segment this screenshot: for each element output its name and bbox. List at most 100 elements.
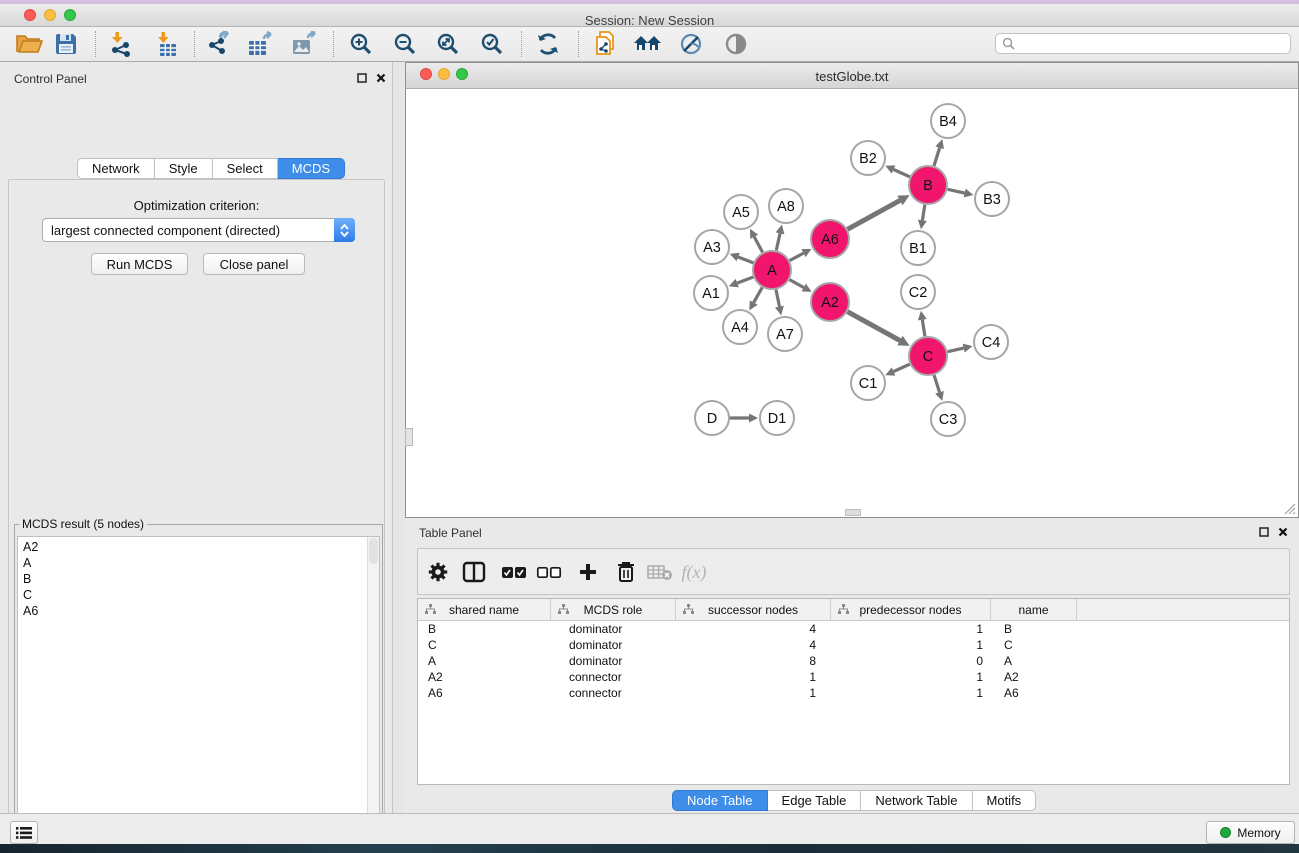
graph-node-A2[interactable]: A2 [811,283,849,321]
graph-edge-A-A4[interactable] [754,287,763,302]
import-network-icon[interactable] [103,29,139,59]
search-field[interactable] [995,33,1291,54]
run-mcds-button[interactable]: Run MCDS [91,253,188,275]
graph-edge-A-A5[interactable] [754,237,762,253]
table-row[interactable]: Bdominator41B [418,621,1289,637]
graph-edge-A-A8[interactable] [776,233,780,250]
graph-node-A7[interactable]: A7 [768,317,802,351]
export-network-icon[interactable] [201,29,237,59]
graph-node-A3[interactable]: A3 [695,230,729,264]
save-session-icon[interactable] [48,29,84,59]
open-session-icon[interactable] [11,29,47,59]
network-window-titlebar[interactable]: testGlobe.txt [406,63,1298,89]
graph-node-D1[interactable]: D1 [760,401,794,435]
result-item[interactable]: A2 [18,539,379,555]
result-item[interactable]: B [18,571,379,587]
graph-edge-B-B3[interactable] [948,189,965,193]
graph-node-B1[interactable]: B1 [901,231,935,265]
graph-node-A8[interactable]: A8 [769,189,803,223]
graph-edge-A-A2[interactable] [790,280,804,288]
tab-style[interactable]: Style [155,158,213,179]
column-header-MCDS-role[interactable]: MCDS role [551,599,676,620]
tab-node-table[interactable]: Node Table [672,790,768,811]
table-settings-icon[interactable] [422,558,454,586]
graph-node-A6[interactable]: A6 [811,220,849,258]
vertical-scrollbar-grip[interactable] [405,428,413,446]
column-header-name[interactable]: name [991,599,1077,620]
graph-edge-B-B2[interactable] [894,169,910,176]
clone-network-icon[interactable] [587,29,623,59]
result-scrollbar[interactable] [367,537,379,852]
select-all-icon[interactable] [498,558,530,586]
close-panel-button[interactable]: Close panel [203,253,305,275]
graph-node-C[interactable]: C [909,337,947,375]
table-row[interactable]: A2connector11A2 [418,669,1289,685]
node-table-body[interactable]: Bdominator41BCdominator41CAdominator80AA… [418,621,1289,701]
network-canvas[interactable]: B4B2BB3A8A5A6A3B1AA1C2A2A4A7C4CC1C3DD1 [406,89,1298,517]
search-input[interactable] [1015,37,1275,51]
tab-network-table[interactable]: Network Table [861,790,972,811]
tab-select[interactable]: Select [213,158,278,179]
resize-grip-icon[interactable] [1282,501,1296,515]
graph-edge-C-C3[interactable] [934,375,939,392]
horizontal-scrollbar-grip[interactable] [845,509,861,516]
graph-edge-A-A3[interactable] [738,257,753,263]
graph-edge-A2-C[interactable] [848,312,900,341]
graph-edge-A6-B[interactable] [848,200,900,229]
import-table-icon[interactable] [149,29,185,59]
tab-mcds[interactable]: MCDS [278,158,345,179]
graph-node-B[interactable]: B [909,166,947,204]
column-header-predecessor-nodes[interactable]: predecessor nodes [831,599,991,620]
graph-node-B3[interactable]: B3 [975,182,1009,216]
graph-edge-C-C4[interactable] [948,348,964,352]
show-panels-button[interactable] [10,821,38,844]
graph-node-C2[interactable]: C2 [901,275,935,309]
table-row[interactable]: Cdominator41C [418,637,1289,653]
graph-edge-A-A7[interactable] [776,290,779,307]
graph-node-B4[interactable]: B4 [931,104,965,138]
function-builder-icon[interactable]: f(x) [678,558,710,586]
zoom-selected-icon[interactable] [474,29,510,59]
network-graph[interactable]: B4B2BB3A8A5A6A3B1AA1C2A2A4A7C4CC1C3DD1 [406,89,1298,518]
graph-node-A5[interactable]: A5 [724,195,758,229]
tab-edge-table[interactable]: Edge Table [768,790,862,811]
show-graphics-details-icon[interactable] [673,29,709,59]
table-row[interactable]: Adominator80A [418,653,1289,669]
graph-edge-B-B1[interactable] [922,205,924,221]
zoom-in-icon[interactable] [343,29,379,59]
main-titlebar[interactable]: Session: New Session [0,4,1299,27]
result-item[interactable]: A [18,555,379,571]
export-table-icon[interactable] [243,29,279,59]
zoom-out-icon[interactable] [387,29,423,59]
graph-node-C3[interactable]: C3 [931,402,965,436]
graph-node-D[interactable]: D [695,401,729,435]
column-header-successor-nodes[interactable]: successor nodes [676,599,831,620]
mcds-result-list[interactable]: A2ABCA6 [17,536,380,853]
refresh-icon[interactable] [530,29,566,59]
graph-node-A4[interactable]: A4 [723,310,757,344]
float-panel-icon[interactable] [355,71,369,85]
birdseye-icon[interactable] [718,29,754,59]
column-visibility-icon[interactable] [458,558,490,586]
result-item[interactable]: C [18,587,379,603]
node-table-header[interactable]: shared nameMCDS rolesuccessor nodesprede… [418,599,1289,621]
graph-node-B2[interactable]: B2 [851,141,885,175]
close-table-panel-icon[interactable] [1276,525,1290,539]
home-layout-icon[interactable] [630,29,666,59]
criterion-dropdown[interactable]: largest connected component (directed) [42,218,355,242]
export-image-icon[interactable] [287,29,323,59]
add-column-icon[interactable] [572,558,604,586]
close-panel-icon[interactable] [374,71,388,85]
delete-column-icon[interactable] [610,558,642,586]
graph-edge-A-A1[interactable] [737,277,753,283]
node-table[interactable]: shared nameMCDS rolesuccessor nodesprede… [417,598,1290,785]
graph-edge-C-C2[interactable] [922,320,925,337]
tab-motifs[interactable]: Motifs [973,790,1037,811]
zoom-fit-icon[interactable] [430,29,466,59]
float-table-panel-icon[interactable] [1257,525,1271,539]
graph-node-C1[interactable]: C1 [851,366,885,400]
result-item[interactable]: A6 [18,603,379,619]
graph-node-C4[interactable]: C4 [974,325,1008,359]
memory-button[interactable]: Memory [1206,821,1295,844]
graph-edge-A-A6[interactable] [790,253,804,260]
